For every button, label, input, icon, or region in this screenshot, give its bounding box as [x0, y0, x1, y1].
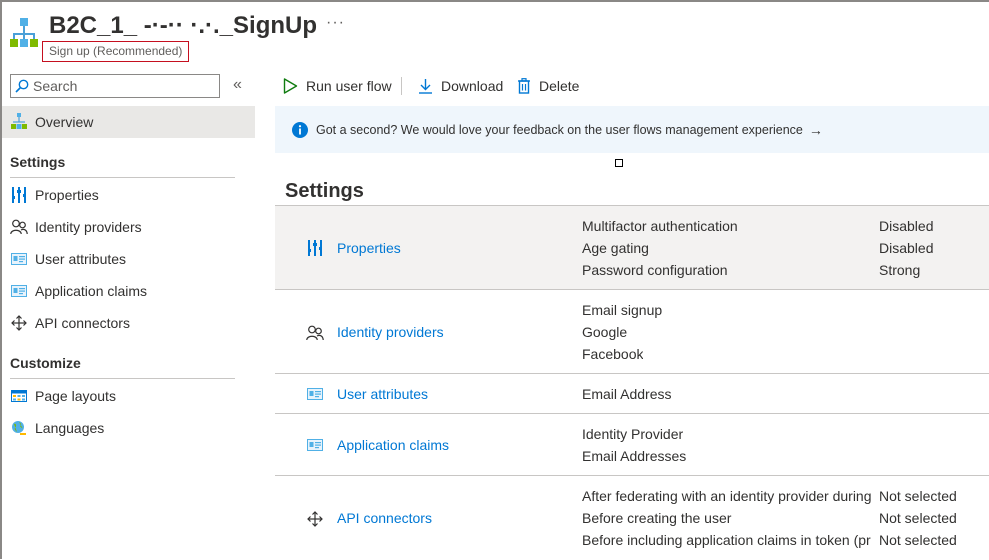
setting-value: Not selected	[879, 532, 957, 548]
move-arrows-icon	[9, 313, 29, 333]
divider	[10, 177, 235, 178]
properties-icon	[9, 185, 29, 205]
download-button[interactable]: Download	[418, 76, 503, 96]
run-user-flow-button[interactable]: Run user flow	[283, 76, 392, 96]
resize-handle[interactable]	[615, 159, 623, 167]
setting-name: Before including application claims in t…	[582, 532, 871, 548]
sidebar-item-label: Identity providers	[35, 219, 142, 235]
users-icon	[9, 217, 29, 237]
download-icon	[419, 79, 432, 94]
settings-heading: Settings	[285, 180, 364, 202]
run-user-flow-label: Run user flow	[306, 78, 392, 94]
nav-section-settings: Settings	[10, 154, 66, 170]
page-title: B2C_1_ -·-·· ·.·._SignUp	[49, 12, 318, 39]
sidebar-item-overview[interactable]: Overview	[2, 106, 255, 138]
setting-value: Not selected	[879, 510, 957, 526]
setting-name: Multifactor authentication	[582, 218, 738, 234]
search-input[interactable]	[33, 75, 213, 97]
sidebar-item-user-attributes[interactable]: User attributes	[2, 243, 255, 275]
page-subtitle: Sign up (Recommended)	[42, 41, 190, 62]
sidebar-item-application-claims[interactable]: Application claims	[2, 275, 255, 307]
sidebar-item-languages[interactable]: Languages	[2, 412, 255, 444]
setting-name: Identity Provider	[582, 426, 684, 442]
settings-row-application-claims: Application claims Identity Provider Ema…	[275, 413, 989, 476]
sidebar-item-label: User attributes	[35, 251, 127, 267]
setting-name: After federating with an identity provid…	[582, 488, 871, 504]
sidebar-item-page-layouts[interactable]: Page layouts	[2, 380, 255, 412]
divider	[10, 378, 235, 379]
move-arrows-icon	[306, 510, 324, 528]
sidebar-item-api-connectors[interactable]: API connectors	[2, 307, 255, 339]
setting-name: Age gating	[582, 240, 649, 256]
setting-value: Disabled	[879, 218, 934, 234]
more-options-button[interactable]: ···	[326, 14, 345, 32]
setting-name: Email Address	[582, 386, 672, 402]
search-box[interactable]	[10, 74, 220, 98]
settings-row-identity-providers: Identity providers Email signup Google F…	[275, 289, 989, 374]
id-card-icon	[9, 281, 29, 301]
sidebar-item-properties[interactable]: Properties	[2, 179, 255, 211]
id-card-icon	[9, 249, 29, 269]
users-icon	[306, 324, 324, 342]
feedback-text: Got a second? We would love your feedbac…	[316, 122, 803, 137]
setting-name: Email signup	[582, 302, 663, 318]
sidebar-item-label: Properties	[35, 187, 99, 203]
sidebar-item-label: Application claims	[35, 283, 148, 299]
settings-row-properties: Properties Multifactor authentication Ag…	[275, 205, 989, 290]
search-icon	[15, 79, 29, 93]
setting-name: Password configuration	[582, 262, 728, 278]
properties-icon	[306, 239, 324, 257]
sidebar-item-label: Languages	[35, 420, 105, 436]
properties-link[interactable]: Properties	[337, 240, 401, 256]
id-card-icon	[306, 385, 324, 403]
sidebar-item-label: Overview	[35, 114, 94, 130]
id-card-icon	[306, 436, 324, 454]
settings-row-user-attributes: User attributes Email Address	[275, 373, 989, 414]
sidebar-item-label: Page layouts	[35, 388, 116, 404]
setting-name: Facebook	[582, 346, 644, 362]
arrow-right-icon: →	[808, 121, 823, 138]
user-flow-icon	[10, 18, 38, 50]
user-attributes-link[interactable]: User attributes	[337, 386, 428, 402]
toolbar-divider	[401, 77, 402, 95]
api-connectors-link[interactable]: API connectors	[337, 510, 432, 526]
application-claims-link[interactable]: Application claims	[337, 437, 449, 453]
feedback-banner[interactable]: Got a second? We would love your feedbac…	[275, 106, 989, 153]
delete-button[interactable]: Delete	[517, 76, 579, 96]
settings-row-api-connectors: API connectors After federating with an …	[275, 475, 989, 560]
download-label: Download	[441, 78, 504, 94]
setting-value: Disabled	[879, 240, 934, 256]
page-layout-icon	[9, 386, 29, 406]
nav-section-customize: Customize	[10, 355, 81, 371]
globe-icon	[9, 418, 29, 438]
setting-value: Strong	[879, 262, 921, 278]
setting-value: Not selected	[879, 488, 957, 504]
delete-label: Delete	[539, 78, 580, 94]
sidebar-item-identity-providers[interactable]: Identity providers	[2, 211, 255, 243]
sidebar-item-label: API connectors	[35, 315, 130, 331]
play-icon	[283, 78, 298, 94]
user-flow-icon	[9, 112, 29, 132]
window-top-border	[0, 0, 989, 2]
info-icon	[292, 121, 308, 138]
trash-icon	[518, 78, 530, 94]
identity-providers-link[interactable]: Identity providers	[337, 324, 444, 340]
setting-name: Google	[582, 324, 628, 340]
setting-name: Before creating the user	[582, 510, 732, 526]
collapse-menu-button[interactable]: «	[233, 76, 242, 94]
setting-name: Email Addresses	[582, 448, 687, 464]
